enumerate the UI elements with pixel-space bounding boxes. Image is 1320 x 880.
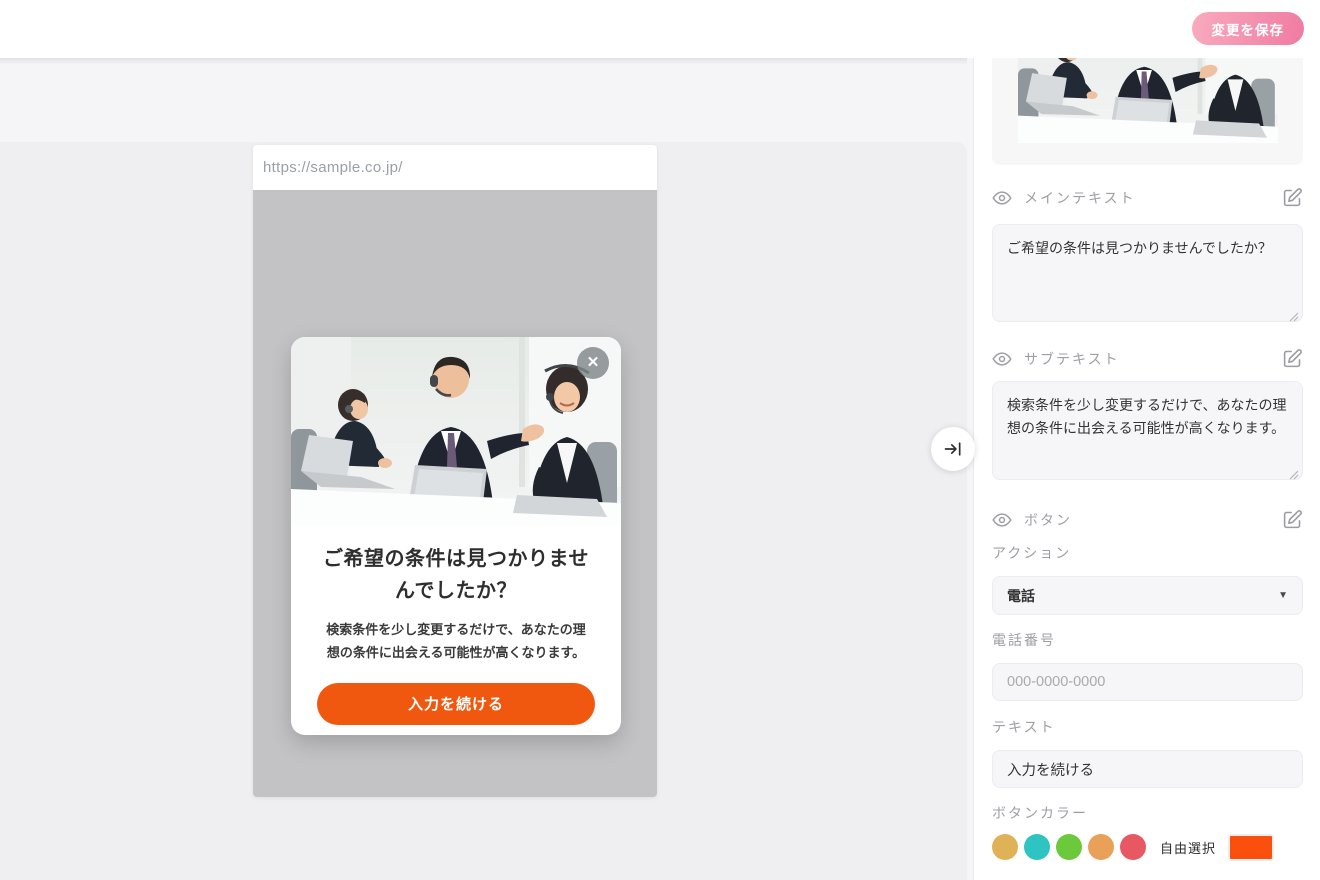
color-swatch-teal[interactable] [1024,834,1050,860]
save-changes-button[interactable]: 変更を保存 [1192,12,1305,45]
button-color-swatches: 自由選択 [992,833,1303,861]
popup-heading: ご希望の条件は見つかりませんでしたか？ [291,543,621,607]
preview-url: https://sample.co.jp/ [263,159,403,176]
app-window: https://sample.co.jp/ ✕ ご希望の条件は見つかりませんでし… [0,0,1320,880]
color-swatch-yellow[interactable] [992,834,1018,860]
panel-collapse-button[interactable] [931,427,975,471]
sub-text-edit-button[interactable] [1281,348,1303,370]
main-text-textarea[interactable]: ご希望の条件は見つかりませんでしたか？ [992,224,1303,322]
edit-icon [1282,348,1303,369]
button-edit-button[interactable] [1281,509,1303,531]
sub-text-field-wrap: 検索条件を少し変更するだけで、あなたの理想の条件に出会える可能性が高くなります。 [992,381,1303,485]
chevron-down-icon: ▼ [1278,590,1288,601]
popup-close-button[interactable]: ✕ [577,347,609,379]
main-text-edit-button[interactable] [1281,187,1303,209]
popup-card: ✕ ご希望の条件は見つかりませんでしたか？ 検索条件を少し変更するだけで、あなた… [291,337,621,735]
collapse-arrow-icon [943,439,963,459]
main-text-field-wrap: ご希望の条件は見つかりませんでしたか？ [992,224,1303,327]
color-swatch-green[interactable] [1056,834,1082,860]
sub-text-label: サブテキスト [1024,349,1281,369]
button-color-label: ボタンカラー [992,803,1303,823]
popup-subtext: 検索条件を少し変更するだけで、あなたの理想の条件に出会える可能性が高くなります。 [291,619,621,665]
settings-panel: メインテキスト ご希望の条件は見つかりませんでしたか？ サブテキスト [973,0,1320,880]
action-select-value: 電話 [1007,586,1278,606]
action-label: アクション [992,543,1303,563]
preview-url-bar: https://sample.co.jp/ [253,145,657,190]
button-section-header: ボタン [992,508,1303,532]
color-swatch-red[interactable] [1120,834,1146,860]
close-icon: ✕ [587,354,600,371]
topbar-shadow [0,58,967,65]
free-select-color-swatch[interactable] [1228,834,1274,861]
button-text-input[interactable] [992,750,1303,788]
sub-text-section-header: サブテキスト [992,347,1303,371]
phone-number-label: 電話番号 [992,630,1303,650]
free-select-label: 自由選択 [1160,838,1216,857]
eye-icon [992,349,1012,369]
main-text-label: メインテキスト [1024,188,1281,208]
top-bar: 変更を保存 [0,0,1320,58]
button-text-label: テキスト [992,717,1303,737]
popup-photo [291,337,621,525]
edit-icon [1282,187,1303,208]
popup-cta-button[interactable]: 入力を続ける [317,683,595,725]
preview-page-body: ✕ ご希望の条件は見つかりませんでしたか？ 検索条件を少し変更するだけで、あなた… [253,190,657,797]
main-text-section-header: メインテキスト [992,186,1303,210]
action-select[interactable]: 電話 ▼ [992,576,1303,615]
edit-icon [1282,509,1303,530]
phone-number-input[interactable] [992,663,1303,701]
page-preview-device: https://sample.co.jp/ ✕ ご希望の条件は見つかりませんでし… [253,145,657,797]
eye-icon [992,188,1012,208]
button-section-label: ボタン [1024,510,1281,530]
color-swatch-orange[interactable] [1088,834,1114,860]
sub-text-textarea[interactable]: 検索条件を少し変更するだけで、あなたの理想の条件に出会える可能性が高くなります。 [992,381,1303,480]
eye-icon [992,510,1012,530]
